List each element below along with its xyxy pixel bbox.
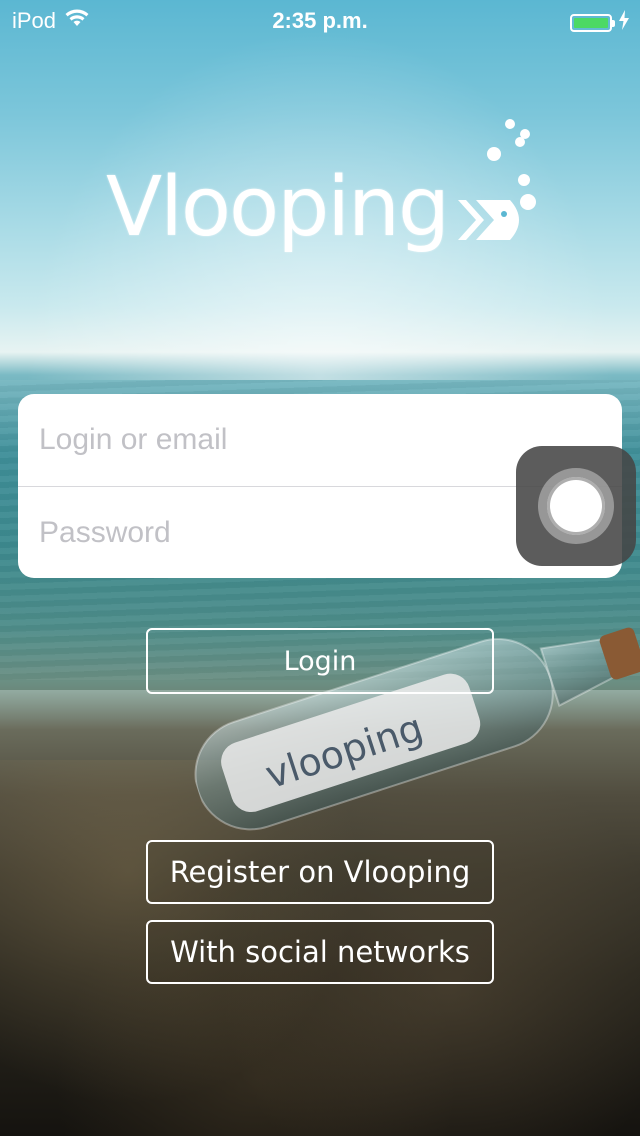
- app-logo: Vlooping: [100, 110, 560, 290]
- battery-fill: [574, 18, 608, 28]
- charging-icon: [618, 10, 630, 36]
- login-button[interactable]: Login: [146, 628, 494, 694]
- assistive-touch-icon: [538, 468, 614, 544]
- assistive-touch-inner: [547, 477, 605, 535]
- status-bar: iPod 2:35 p.m.: [0, 0, 640, 40]
- battery-icon: [570, 14, 615, 32]
- logo-wordmark: Vlooping: [106, 160, 450, 255]
- assistive-touch-button[interactable]: [516, 446, 636, 566]
- social-networks-button[interactable]: With social networks: [146, 920, 494, 984]
- status-right: [570, 10, 630, 36]
- status-time: 2:35 p.m.: [272, 8, 368, 33]
- register-button[interactable]: Register on Vlooping: [146, 840, 494, 904]
- fish-bubbles-icon: [458, 119, 536, 240]
